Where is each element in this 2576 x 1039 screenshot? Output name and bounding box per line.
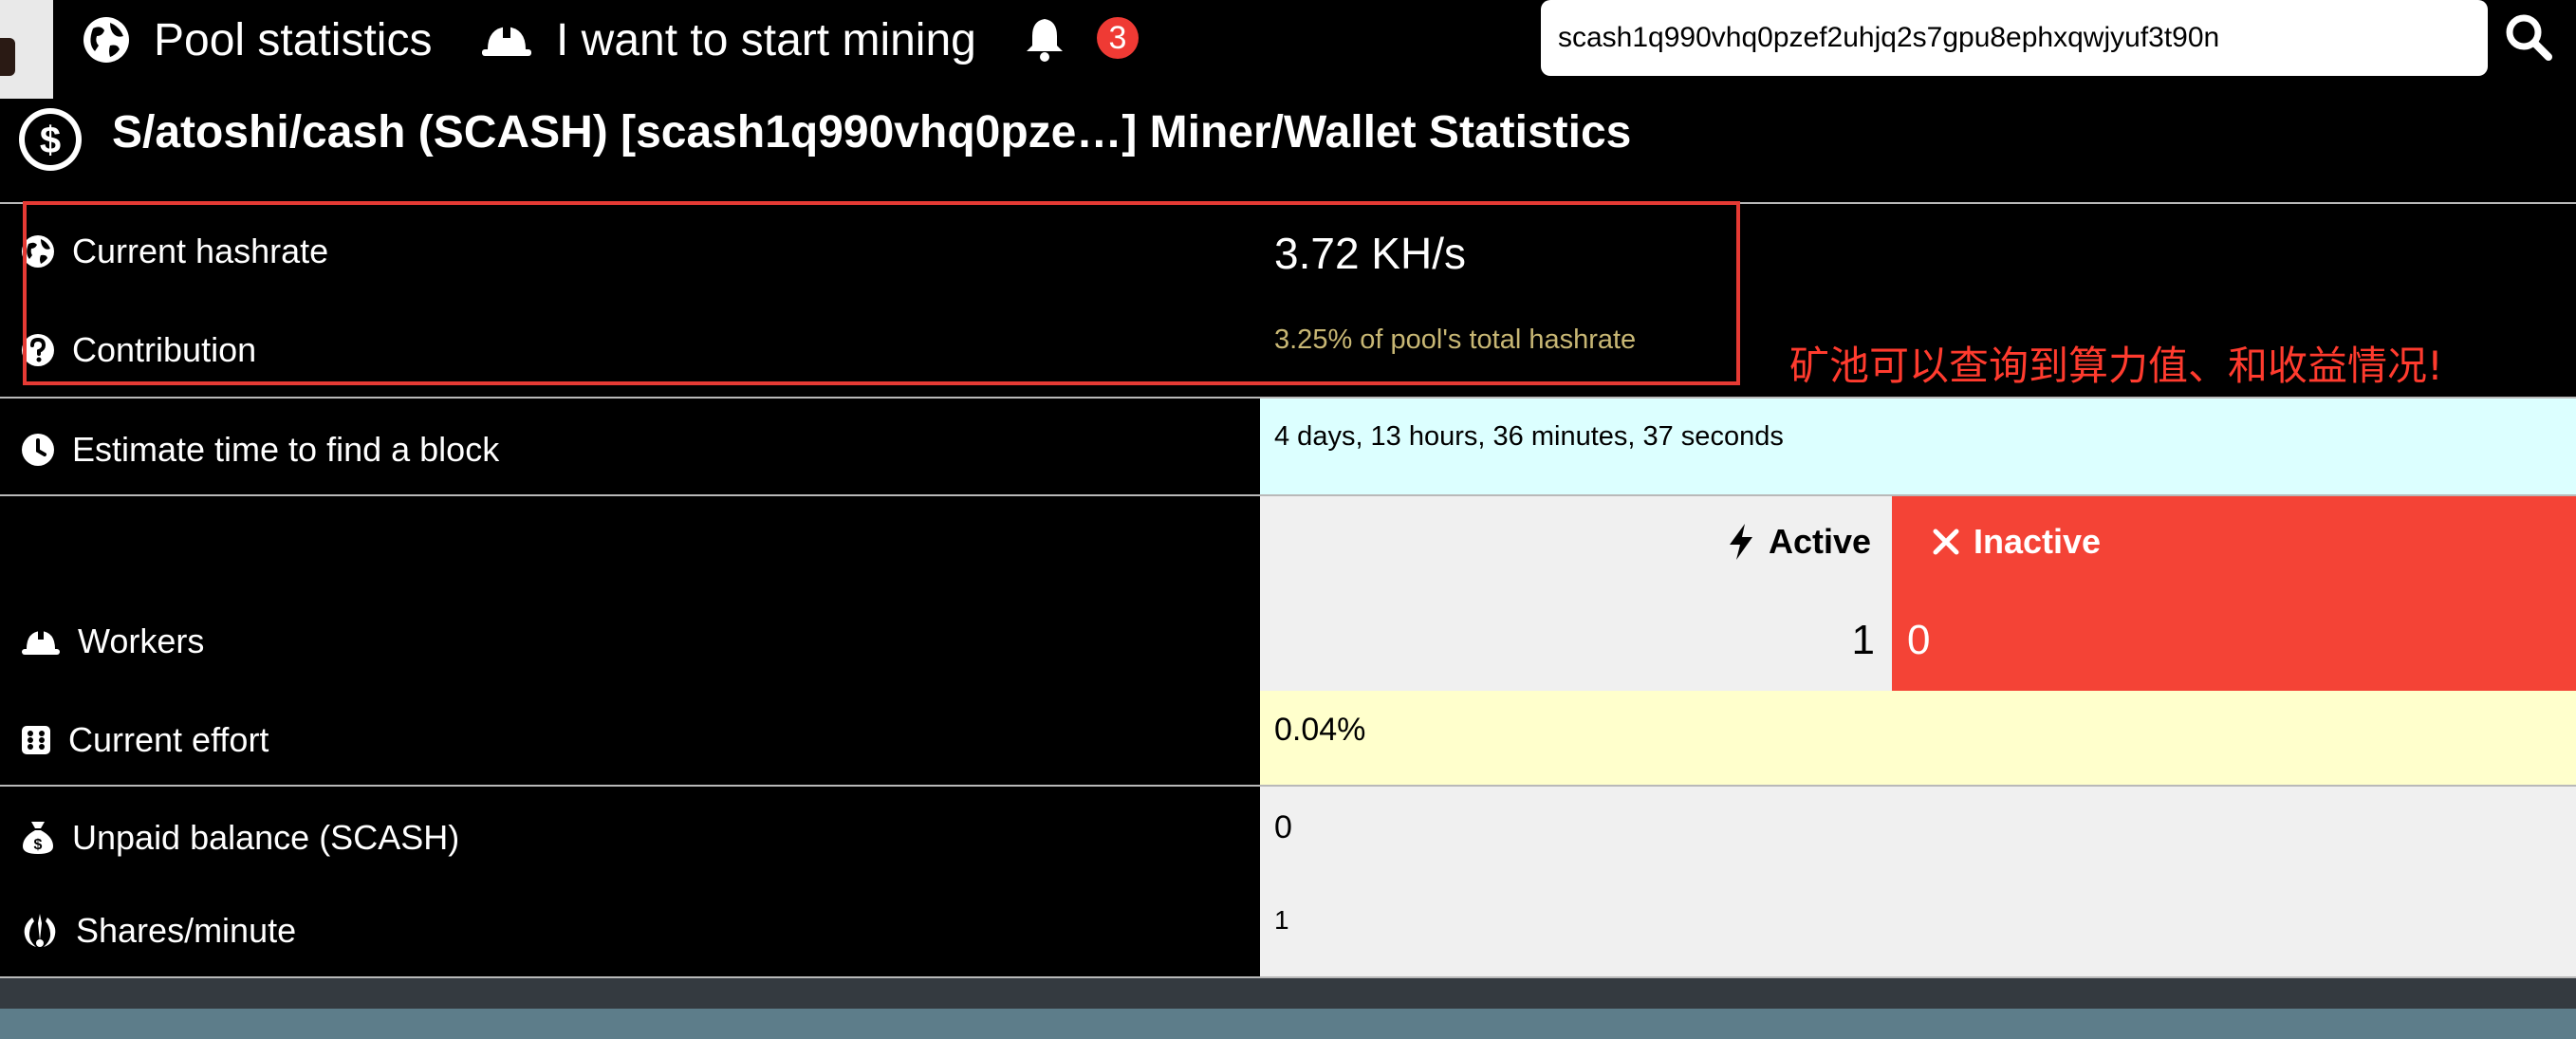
footer-bar [0, 978, 2576, 1009]
page-title: S/atoshi/cash (SCASH) [scash1q990vhq0pze… [112, 107, 1632, 158]
estimate-value: 4 days, 13 hours, 36 minutes, 37 seconds [1274, 421, 1784, 452]
notification-count-badge: 3 [1097, 17, 1139, 59]
balance-label-row: $ Unpaid balance (SCASH) [21, 818, 459, 858]
shares-label-row: Shares/minute [21, 911, 296, 951]
times-icon [1932, 528, 1960, 556]
effort-label: Current effort [68, 720, 269, 759]
active-header: Active [1727, 522, 1871, 562]
workers-label-row: Workers [21, 622, 204, 661]
svg-text:$: $ [40, 120, 61, 161]
search-input[interactable] [1541, 0, 2488, 76]
effort-value: 0.04% [1274, 712, 1366, 748]
site-logo[interactable] [0, 0, 53, 99]
clock-icon [21, 433, 55, 467]
bell-icon [1023, 15, 1066, 63]
estimate-label: Estimate time to find a block [72, 430, 500, 469]
balance-value: 0 [1274, 809, 1292, 845]
workers-label: Workers [78, 622, 205, 660]
hard-hat-icon [480, 21, 533, 59]
active-label: Active [1769, 522, 1872, 561]
shares-value: 1 [1274, 905, 1289, 935]
dice-icon [21, 725, 51, 755]
search-button[interactable] [2497, 6, 2560, 68]
footer-band [0, 1009, 2576, 1039]
inactive-label: Inactive [1974, 522, 2102, 561]
estimate-label-row: Estimate time to find a block [21, 430, 499, 470]
annotation-note: 矿池可以查询到算力值、和收益情况! [1789, 343, 2443, 389]
search-icon [2504, 12, 2553, 62]
nav-start-mining[interactable]: I want to start mining [480, 0, 976, 80]
nav-pool-statistics[interactable]: Pool statistics [82, 0, 432, 80]
money-bag-icon: $ [21, 820, 55, 856]
bolt-icon [1727, 523, 1755, 561]
inactive-header: Inactive [1932, 522, 2101, 562]
shares-label: Shares/minute [76, 911, 297, 950]
nav-pool-statistics-label: Pool statistics [154, 14, 433, 65]
balance-label: Unpaid balance (SCASH) [72, 818, 460, 857]
svg-text:$: $ [34, 837, 43, 853]
active-workers-count: 1 [1851, 617, 1875, 663]
effort-label-row: Current effort [21, 720, 269, 760]
globe-icon [82, 15, 131, 65]
dollar-coin-icon: $ [19, 108, 82, 171]
highlight-box [23, 201, 1740, 385]
notifications-button[interactable] [1023, 15, 1066, 63]
inactive-workers-count: 0 [1907, 617, 1931, 663]
effort-panel [1260, 691, 2576, 786]
hard-hat-icon [21, 626, 61, 657]
balance-shares-panel [1260, 787, 2576, 976]
jedi-order-icon [21, 912, 59, 950]
nav-start-mining-label: I want to start mining [556, 14, 976, 65]
